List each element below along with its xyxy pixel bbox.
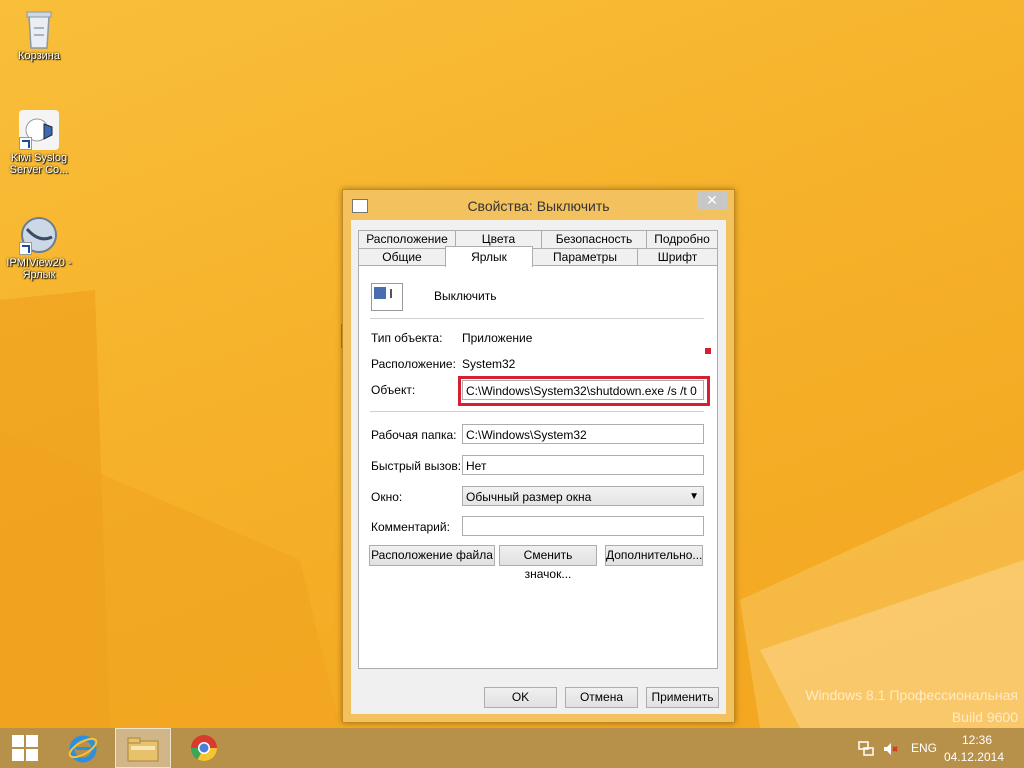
shortcut-big-icon <box>371 283 403 311</box>
separator <box>370 411 704 412</box>
network-icon[interactable] <box>858 741 874 757</box>
windows-watermark: Windows 8.1 Профессиональная Build 9600 <box>805 684 1018 728</box>
recycle-bin-icon <box>19 8 59 49</box>
tab-general[interactable]: Общие <box>358 248 446 266</box>
tab-details[interactable]: Подробно <box>646 230 718 248</box>
internet-explorer-icon <box>68 735 98 763</box>
target-label: Объект: <box>371 383 416 397</box>
language-indicator[interactable]: ENG <box>911 741 937 755</box>
clock-date[interactable]: 04.12.2014 <box>944 750 1004 764</box>
desktop-icon-kiwi-syslog[interactable]: Kiwi Syslog Server Co... <box>4 110 74 176</box>
location-value: System32 <box>462 357 516 371</box>
workdir-field[interactable]: C:\Windows\System32 <box>462 424 704 444</box>
kiwi-syslog-icon <box>19 110 59 150</box>
desktop-icon-label: IPMIView20 - Ярлык <box>6 257 72 281</box>
desktop-icon-ipmiview[interactable]: IPMIView20 - Ярлык <box>4 215 74 281</box>
windows-logo-icon <box>12 735 38 761</box>
comment-label: Комментарий: <box>371 520 450 534</box>
folder-icon <box>127 737 159 762</box>
window-select-value: Обычный размер окна <box>466 490 592 504</box>
tab-security[interactable]: Безопасность <box>541 230 647 248</box>
taskbar-internet-explorer[interactable] <box>57 728 109 768</box>
taskbar: ENG 12:36 04.12.2014 <box>0 728 1024 768</box>
volume-muted-icon[interactable] <box>882 741 898 757</box>
change-icon-button[interactable]: Сменить значок... <box>499 545 597 581</box>
advanced-button[interactable]: Дополнительно... <box>605 545 703 566</box>
desktop-icon-recycle-bin[interactable]: Корзина <box>4 8 74 62</box>
shortcut-name: Выключить <box>434 289 497 303</box>
type-value: Приложение <box>462 331 533 345</box>
location-label: Расположение: <box>371 357 456 371</box>
watermark-edition: Windows 8.1 Профессиональная <box>805 687 1018 703</box>
chevron-down-icon: ▼ <box>689 491 699 502</box>
comment-field[interactable] <box>462 516 704 536</box>
open-file-location-button[interactable]: Расположение файла <box>369 545 495 566</box>
shortcut-arrow-icon <box>19 242 32 255</box>
separator <box>370 318 704 319</box>
type-label: Тип объекта: <box>371 331 443 345</box>
start-button[interactable] <box>0 728 50 768</box>
chrome-icon <box>190 735 218 762</box>
tab-font[interactable]: Шрифт <box>637 248 718 266</box>
tab-options[interactable]: Параметры <box>532 248 638 266</box>
tab-location[interactable]: Расположение <box>358 230 456 248</box>
ok-button[interactable]: OK <box>484 687 557 708</box>
cancel-button[interactable]: Отмена <box>565 687 638 708</box>
target-highlight-box <box>458 376 710 406</box>
hotkey-field[interactable]: Нет <box>462 455 704 475</box>
window-select[interactable]: Обычный размер окна ▼ <box>462 486 704 506</box>
dialog-titlebar[interactable]: Свойства: Выключить ✕ <box>343 190 734 220</box>
workdir-label: Рабочая папка: <box>371 428 457 442</box>
red-marker <box>705 348 711 354</box>
desktop-icon-label: Kiwi Syslog Server Co... <box>9 152 69 176</box>
hotkey-label: Быстрый вызов: <box>371 459 462 473</box>
close-button[interactable]: ✕ <box>697 191 727 210</box>
taskbar-chrome[interactable] <box>178 728 230 768</box>
window-label: Окно: <box>371 490 403 504</box>
tab-shortcut[interactable]: Ярлык <box>445 246 533 267</box>
ipmiview-icon <box>19 215 59 255</box>
shortcut-arrow-icon <box>19 137 32 150</box>
watermark-build: Build 9600 <box>951 709 1018 725</box>
taskbar-file-explorer[interactable] <box>115 728 171 768</box>
dialog-title: Свойства: Выключить <box>467 198 610 214</box>
clock-time[interactable]: 12:36 <box>962 733 992 747</box>
apply-button[interactable]: Применить <box>646 687 719 708</box>
